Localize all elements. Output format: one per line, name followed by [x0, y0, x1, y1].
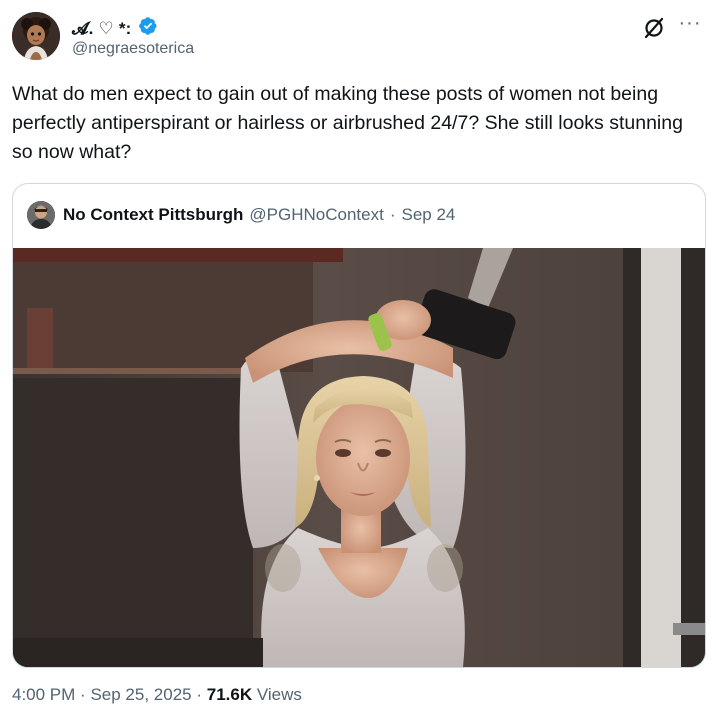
quoted-handle[interactable]: @PGHNoContext: [249, 205, 383, 225]
quoted-media-image[interactable]: [13, 248, 705, 667]
author-avatar[interactable]: [12, 12, 60, 60]
quoted-tweet-header: No Context Pittsburgh @PGHNoContext · Se…: [27, 200, 455, 230]
grok-icon[interactable]: [642, 16, 666, 40]
tweet-text: What do men expect to gain out of making…: [12, 83, 683, 163]
meta-separator: ·: [196, 685, 203, 704]
quoted-display-name[interactable]: No Context Pittsburgh: [63, 205, 243, 225]
verified-badge-icon: [138, 16, 158, 41]
quoted-author-avatar[interactable]: [27, 201, 55, 229]
tweet-header: 𝓐. ♡ *: @negraesoterica ···: [12, 12, 704, 64]
quoted-tweet[interactable]: No Context Pittsburgh @PGHNoContext · Se…: [12, 183, 706, 668]
quoted-date[interactable]: Sep 24: [401, 205, 455, 225]
author-handle[interactable]: @negraesoterica: [72, 40, 194, 58]
author-display-name[interactable]: 𝓐. ♡ *:: [72, 19, 132, 39]
views-label: Views: [256, 685, 302, 704]
tweet-date[interactable]: Sep 25, 2025: [90, 685, 191, 704]
views-count[interactable]: 71.6K: [207, 685, 252, 704]
meta-separator: ·: [80, 685, 86, 704]
quoted-separator: ·: [389, 205, 396, 224]
more-icon[interactable]: ···: [676, 13, 704, 38]
tweet-metadata: 4:00 PM · Sep 25, 2025 · 71.6K Views: [12, 685, 302, 705]
tweet-time[interactable]: 4:00 PM: [12, 685, 75, 704]
